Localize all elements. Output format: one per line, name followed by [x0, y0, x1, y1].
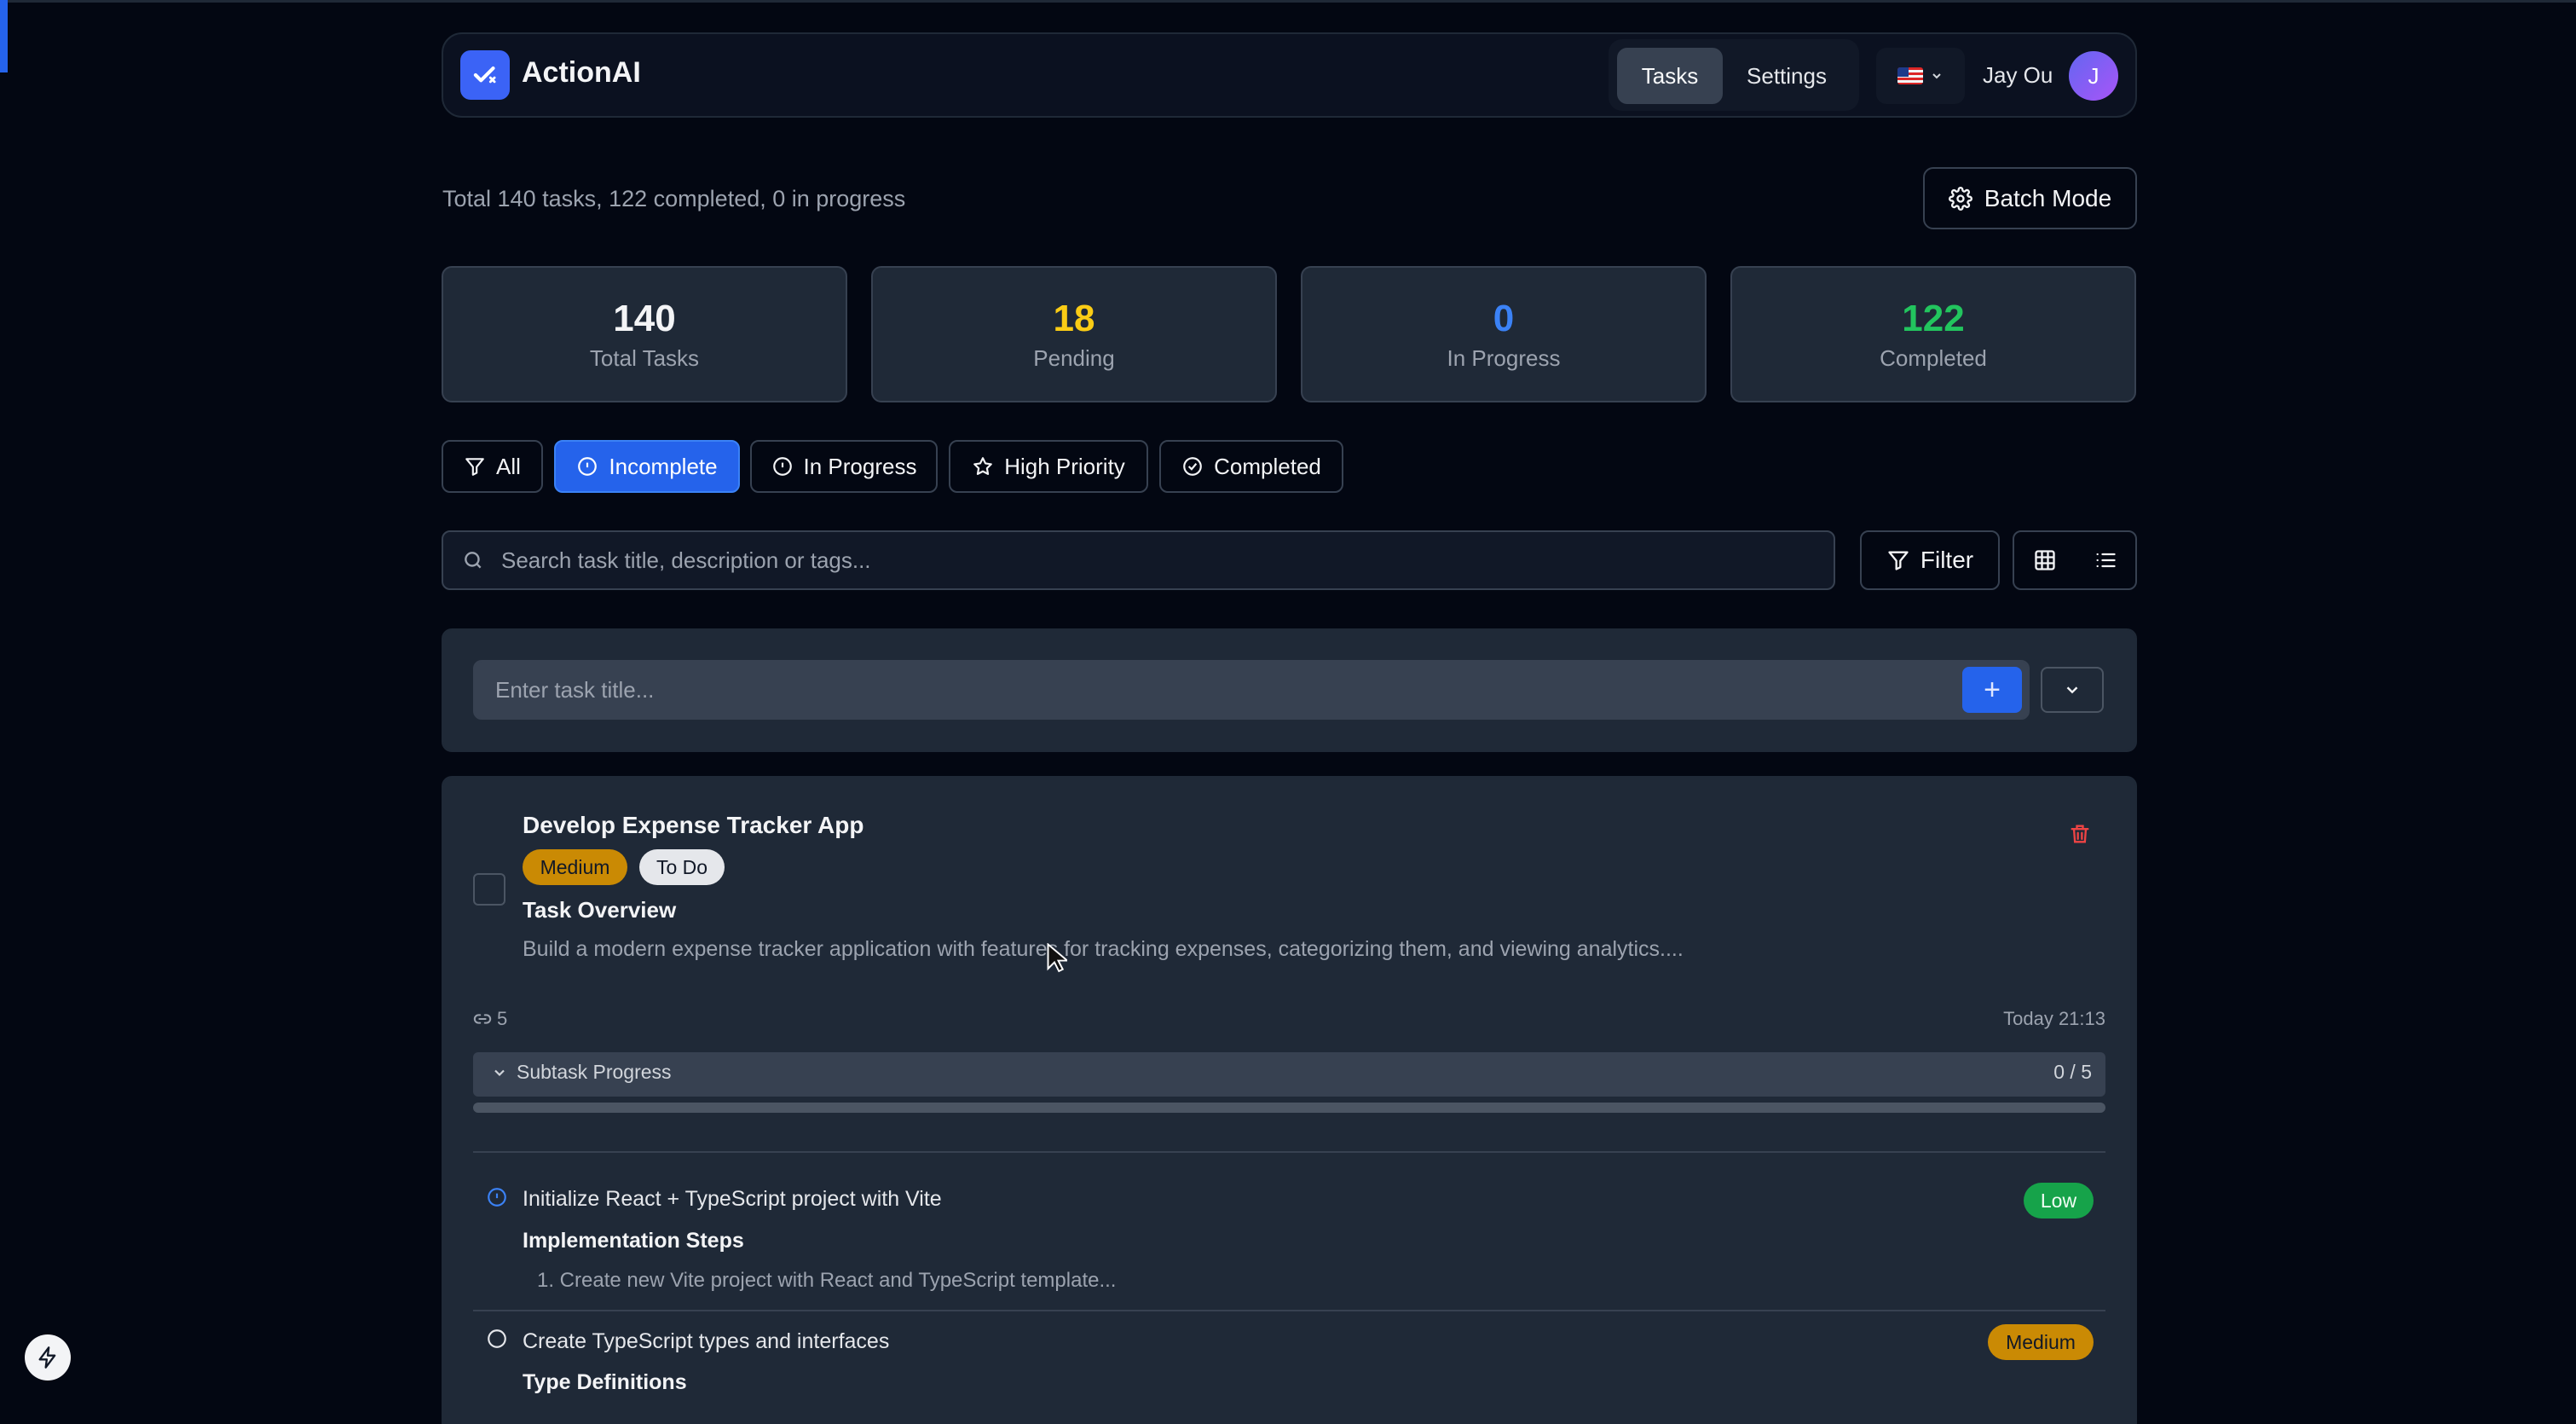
- subtask-progress-header: Subtask Progress: [491, 1061, 672, 1084]
- chevron-down-icon: [2066, 686, 2078, 694]
- link-count-value: 5: [497, 1008, 508, 1029]
- gear-icon: [1948, 186, 1972, 211]
- tab-high-priority[interactable]: High Priority: [949, 440, 1148, 493]
- app-name: ActionAI: [522, 56, 641, 89]
- task-checkbox[interactable]: [473, 873, 505, 906]
- user-name: Jay Ou: [1983, 62, 2053, 88]
- filter-icon: [1888, 551, 1909, 570]
- task-title[interactable]: Develop Expense Tracker App: [523, 812, 863, 839]
- edge-accent: [0, 0, 8, 72]
- chevron-down-icon: [494, 1069, 505, 1076]
- subtask-progress-bar: [473, 1103, 2105, 1113]
- link-icon: [473, 1014, 492, 1024]
- logo-icon: [460, 50, 510, 100]
- stat-value: 18: [1053, 297, 1095, 339]
- divider: [473, 1151, 2105, 1153]
- tab-label: Completed: [1214, 453, 1321, 479]
- stat-in-progress: 0 In Progress: [1301, 266, 1707, 402]
- divider: [473, 1310, 2105, 1311]
- stat-value: 0: [1493, 297, 1515, 339]
- alert-circle-icon: [578, 457, 598, 476]
- tab-label: High Priority: [1004, 453, 1125, 479]
- task-heading: Task Overview: [523, 897, 677, 923]
- add-task-button[interactable]: +: [1962, 667, 2022, 713]
- stat-label: Total Tasks: [589, 344, 700, 371]
- subtask-progress-label: Subtask Progress: [517, 1061, 672, 1083]
- lightning-icon: [38, 1346, 56, 1369]
- priority-badge: Medium: [523, 849, 627, 885]
- priority-badge: Low: [2024, 1183, 2094, 1219]
- task-timestamp: Today 21:13: [2003, 1008, 2105, 1029]
- circle-icon[interactable]: [486, 1328, 508, 1350]
- subtask-title[interactable]: Create TypeScript types and interfaces: [523, 1329, 889, 1354]
- filter-icon: [465, 458, 484, 476]
- stat-value: 140: [613, 297, 676, 339]
- alert-circle-icon[interactable]: [486, 1186, 508, 1208]
- new-task-input[interactable]: [494, 675, 2028, 704]
- language-selector[interactable]: [1876, 48, 1965, 104]
- tab-label: Incomplete: [609, 453, 718, 479]
- search-input[interactable]: [500, 546, 1834, 575]
- tab-label: All: [496, 453, 521, 479]
- tab-all[interactable]: All: [442, 440, 543, 493]
- new-task-field: [473, 660, 2030, 720]
- nav-tasks[interactable]: Tasks: [1617, 48, 1723, 104]
- avatar[interactable]: J: [2069, 51, 2118, 101]
- quick-action-button[interactable]: [25, 1334, 71, 1381]
- batch-mode-label: Batch Mode: [1984, 184, 2112, 211]
- subtask-progress-toggle[interactable]: [473, 1052, 2105, 1097]
- stat-label: In Progress: [1447, 344, 1561, 371]
- trash-icon: [2071, 825, 2089, 843]
- check-circle-icon: [1183, 457, 1202, 476]
- grid-view-icon[interactable]: [2033, 548, 2057, 572]
- tab-in-progress[interactable]: In Progress: [750, 440, 938, 493]
- tab-label: In Progress: [803, 453, 917, 479]
- stat-value: 122: [1902, 297, 1965, 339]
- nav-settings[interactable]: Settings: [1727, 48, 1846, 104]
- priority-badge: Medium: [1988, 1324, 2094, 1360]
- search-box: [442, 530, 1835, 590]
- search-icon: [465, 552, 482, 569]
- status-badge: To Do: [639, 849, 725, 885]
- mouse-cursor-icon: [1047, 943, 1067, 973]
- star-icon: [973, 457, 993, 475]
- batch-mode-button[interactable]: Batch Mode: [1923, 167, 2137, 229]
- chevron-down-icon: [1932, 73, 1941, 79]
- subtask-step: 1. Create new Vite project with React an…: [537, 1269, 1117, 1292]
- link-count: 5: [473, 1008, 507, 1030]
- us-flag-icon: [1897, 67, 1923, 84]
- stat-completed: 122 Completed: [1730, 266, 2136, 402]
- subtask-count: 0 / 5: [2053, 1061, 2092, 1083]
- alert-circle-icon: [772, 457, 792, 476]
- filter-label: Filter: [1920, 547, 1974, 573]
- stat-label: Completed: [1880, 344, 1987, 371]
- stat-total: 140 Total Tasks: [442, 266, 847, 402]
- stat-label: Pending: [1033, 344, 1115, 371]
- tab-completed[interactable]: Completed: [1159, 440, 1343, 493]
- subtask-heading: Type Definitions: [523, 1370, 687, 1394]
- stat-pending: 18 Pending: [871, 266, 1277, 402]
- subtask-heading: Implementation Steps: [523, 1229, 744, 1253]
- task-description: Build a modern expense tracker applicati…: [523, 937, 1684, 961]
- list-view-icon[interactable]: [2094, 548, 2117, 572]
- expand-options-button[interactable]: [2041, 667, 2104, 713]
- filter-button[interactable]: Filter: [1860, 530, 2000, 590]
- delete-task-button[interactable]: [2065, 819, 2095, 849]
- task-summary: Total 140 tasks, 122 completed, 0 in pro…: [442, 186, 906, 211]
- view-toggle: [2013, 530, 2137, 590]
- tab-incomplete[interactable]: Incomplete: [554, 440, 740, 493]
- top-border: [0, 0, 2576, 3]
- subtask-title[interactable]: Initialize React + TypeScript project wi…: [523, 1187, 942, 1212]
